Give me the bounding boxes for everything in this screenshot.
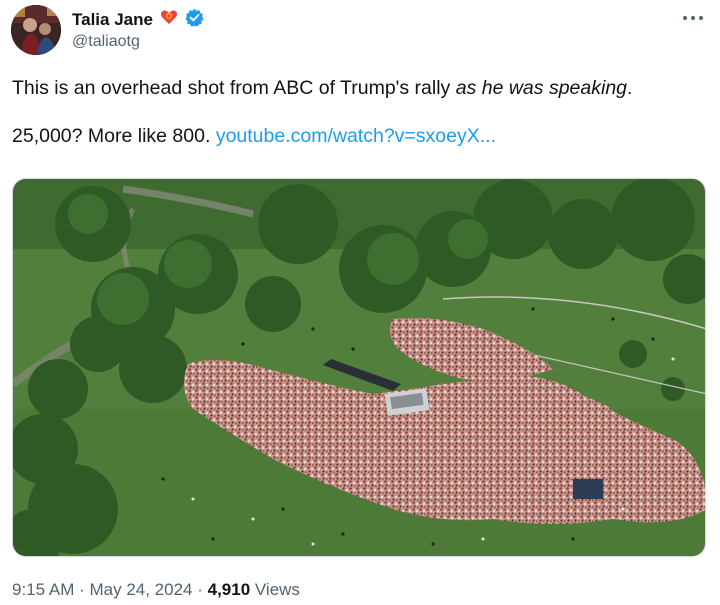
views-label: Views: [250, 580, 300, 599]
text-italic: as he was speaking: [455, 77, 628, 99]
youtube-link[interactable]: youtube.com/watch?v=sxoeyX...: [216, 125, 496, 147]
meta-separator: ·: [192, 580, 208, 599]
views-count: 4,910: [207, 580, 251, 599]
aerial-rally-photo: [13, 179, 705, 556]
text-prefix: This is an overhead shot from ABC of Tru…: [12, 77, 456, 99]
media-image[interactable]: [12, 178, 706, 557]
avatar[interactable]: [11, 5, 61, 55]
display-name[interactable]: Talia Jane: [72, 10, 153, 30]
text-suffix: .: [627, 77, 633, 99]
tweet-text: This is an overhead shot from ABC of Tru…: [12, 76, 702, 148]
rose-heart-emoji-icon: [159, 7, 179, 32]
handle[interactable]: @taliaotg: [72, 33, 140, 51]
verified-badge-icon[interactable]: [185, 8, 204, 32]
tweet-text-line1: This is an overhead shot from ABC of Tru…: [12, 76, 702, 100]
line2-text: 25,000? More like 800.: [12, 125, 216, 147]
tweet-card: Talia Jane @taliaotg This is an overhead…: [0, 0, 720, 605]
meta-separator: ·: [74, 580, 90, 599]
avatar-image: [11, 5, 61, 55]
tweet-meta: 9:15 AM · May 24, 2024 · 4,910 Views: [12, 580, 300, 600]
tweet-date[interactable]: May 24, 2024: [89, 580, 192, 599]
name-row: Talia Jane: [72, 7, 204, 32]
tweet-text-line2: 25,000? More like 800. youtube.com/watch…: [12, 124, 702, 148]
tweet-time[interactable]: 9:15 AM: [12, 580, 74, 599]
more-options-icon[interactable]: [682, 6, 704, 29]
